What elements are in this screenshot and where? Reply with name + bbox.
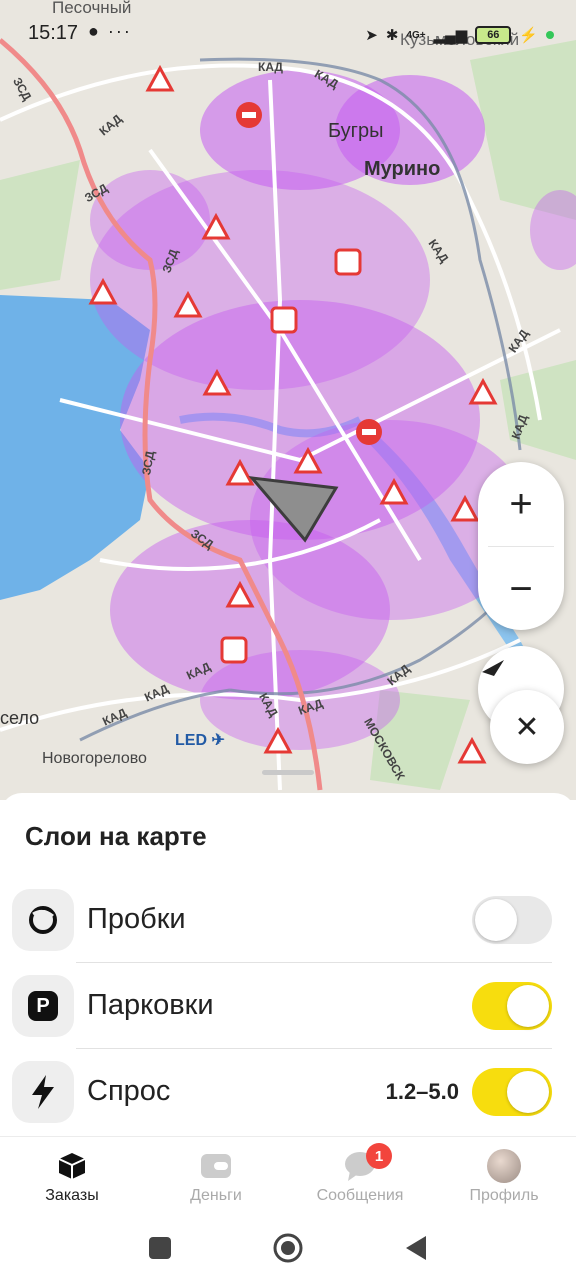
lightning-icon (12, 1061, 74, 1123)
chat-bubble-icon: 1 (300, 1143, 420, 1183)
nav-messages[interactable]: 1 Сообщения (300, 1143, 420, 1205)
network-label: 4G+ (406, 29, 426, 41)
status-time: 15:17 (28, 22, 79, 44)
charging-icon: ⚡ (519, 27, 538, 44)
bluetooth-icon: ✱ (385, 27, 399, 44)
map-label-airport: LED ✈ (175, 732, 225, 749)
close-layers-button[interactable]: ✕ (490, 690, 564, 764)
recents-button[interactable] (144, 1232, 176, 1264)
status-right-icons: ➤ ✱ 4G+ ▂▄▆ 66 ⚡ (365, 22, 554, 48)
home-circle-icon (273, 1233, 303, 1263)
layers-sheet: Слои на карте Пробки P Парковки Спрос 1.… (0, 793, 576, 1143)
navigation-arrow-icon (482, 660, 504, 676)
layer-row-parking[interactable]: P Парковки (12, 963, 552, 1049)
location-icon: ➤ (365, 27, 378, 44)
nav-money[interactable]: Деньги (156, 1149, 276, 1205)
map-label-novogorelovo: Новогорелово (42, 750, 147, 767)
wallet-icon (156, 1149, 276, 1183)
notification-icons: ● ··· (88, 21, 132, 41)
zoom-in-button[interactable]: + (478, 462, 564, 546)
toggle-knob (507, 1071, 549, 1113)
layer-label: Парковки (87, 989, 214, 1021)
battery-icon: 66 (475, 26, 512, 44)
layer-label: Спрос (87, 1075, 171, 1107)
messages-badge: 1 (366, 1143, 392, 1169)
map-label-bugry: Бугры (328, 120, 384, 142)
signal-icon: ▂▄▆ (433, 27, 468, 44)
privacy-dot-icon (546, 31, 554, 39)
home-button[interactable] (272, 1232, 304, 1264)
zoom-controls: + − (478, 462, 564, 630)
sheet-title: Слои на карте (25, 821, 207, 851)
toggle-knob (475, 899, 517, 941)
nav-label: Деньги (190, 1187, 242, 1204)
layer-row-demand[interactable]: Спрос 1.2–5.0 (12, 1049, 552, 1135)
system-navigation-bar (0, 1216, 576, 1280)
map-label-murino: Мурино (364, 158, 441, 180)
status-bar: 15:17 ● ··· ➤ ✱ 4G+ ▂▄▆ 66 ⚡ (0, 0, 576, 70)
parking-toggle[interactable] (472, 982, 552, 1030)
orders-cube-icon (12, 1149, 132, 1183)
square-icon (149, 1237, 171, 1259)
layer-label: Пробки (87, 903, 186, 935)
nav-label: Заказы (45, 1187, 99, 1204)
nav-label: Сообщения (316, 1187, 404, 1204)
traffic-toggle[interactable] (472, 896, 552, 944)
map-label-selo: село (0, 708, 40, 728)
demand-range-value: 1.2–5.0 (385, 1079, 459, 1104)
traffic-icon (12, 889, 74, 951)
nav-orders[interactable]: Заказы (12, 1149, 132, 1205)
nav-label: Профиль (469, 1187, 539, 1204)
bottom-navigation: Заказы Деньги 1 Сообщения Профиль (0, 1136, 576, 1217)
back-button[interactable] (400, 1232, 432, 1264)
nav-profile[interactable]: Профиль (444, 1149, 564, 1205)
zoom-out-button[interactable]: − (478, 547, 564, 631)
parking-icon: P (12, 975, 74, 1037)
map-view[interactable]: Песочный Бугры Мурино Кузьмоловский село… (0, 0, 576, 800)
back-triangle-icon (406, 1236, 426, 1260)
avatar (487, 1149, 521, 1183)
sheet-drag-handle[interactable] (262, 770, 314, 775)
demand-toggle[interactable] (472, 1068, 552, 1116)
toggle-knob (507, 985, 549, 1027)
layer-row-traffic[interactable]: Пробки (12, 877, 552, 963)
